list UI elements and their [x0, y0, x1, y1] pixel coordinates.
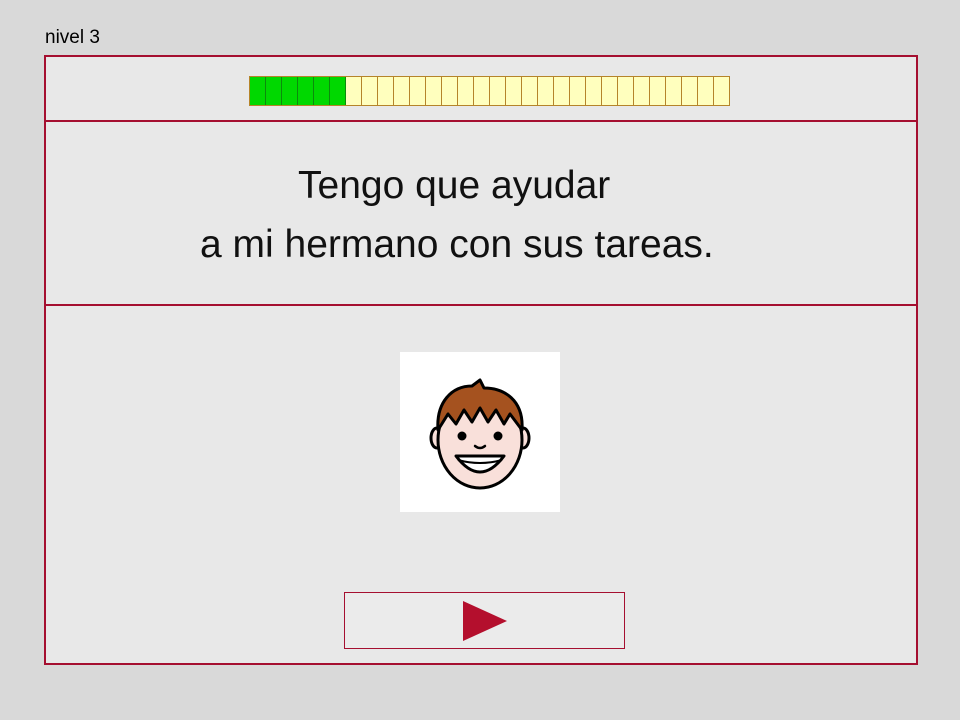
progress-segment-complete	[314, 77, 330, 105]
progress-segment-pending	[666, 77, 682, 105]
sentence-line-2: a mi hermano con sus tareas.	[200, 223, 714, 266]
next-button[interactable]	[344, 592, 625, 649]
progress-segment-pending	[426, 77, 442, 105]
progress-segment-complete	[282, 77, 298, 105]
progress-segment-pending	[714, 77, 730, 105]
progress-segment-complete	[298, 77, 314, 105]
progress-segment-pending	[554, 77, 570, 105]
progress-segment-pending	[586, 77, 602, 105]
progress-segment-pending	[410, 77, 426, 105]
progress-segment-pending	[634, 77, 650, 105]
progress-segment-pending	[346, 77, 362, 105]
progress-segment-pending	[378, 77, 394, 105]
progress-segment-pending	[602, 77, 618, 105]
progress-segment-pending	[570, 77, 586, 105]
progress-segment-pending	[458, 77, 474, 105]
progress-segment-pending	[506, 77, 522, 105]
progress-segment-pending	[682, 77, 698, 105]
progress-segment-pending	[618, 77, 634, 105]
progress-segment-pending	[362, 77, 378, 105]
progress-panel	[46, 57, 916, 122]
sentence-panel: Tengo que ayudar a mi hermano con sus ta…	[46, 122, 916, 306]
sentence-line-1: Tengo que ayudar	[298, 164, 611, 207]
pictogram-card	[400, 352, 560, 512]
play-arrow-icon	[462, 600, 507, 641]
progress-segment-pending	[650, 77, 666, 105]
progress-segment-pending	[698, 77, 714, 105]
progress-segment-complete	[330, 77, 346, 105]
progress-segment-pending	[538, 77, 554, 105]
progress-segment-pending	[474, 77, 490, 105]
progress-segment-complete	[250, 77, 266, 105]
progress-segment-complete	[266, 77, 282, 105]
exercise-frame: Tengo que ayudar a mi hermano con sus ta…	[44, 55, 918, 665]
progress-segment-pending	[442, 77, 458, 105]
progress-segment-pending	[522, 77, 538, 105]
smiling-boy-face-icon	[429, 378, 531, 490]
progress-bar	[249, 76, 730, 106]
progress-segment-pending	[490, 77, 506, 105]
level-label: nivel 3	[45, 27, 100, 48]
progress-segment-pending	[394, 77, 410, 105]
